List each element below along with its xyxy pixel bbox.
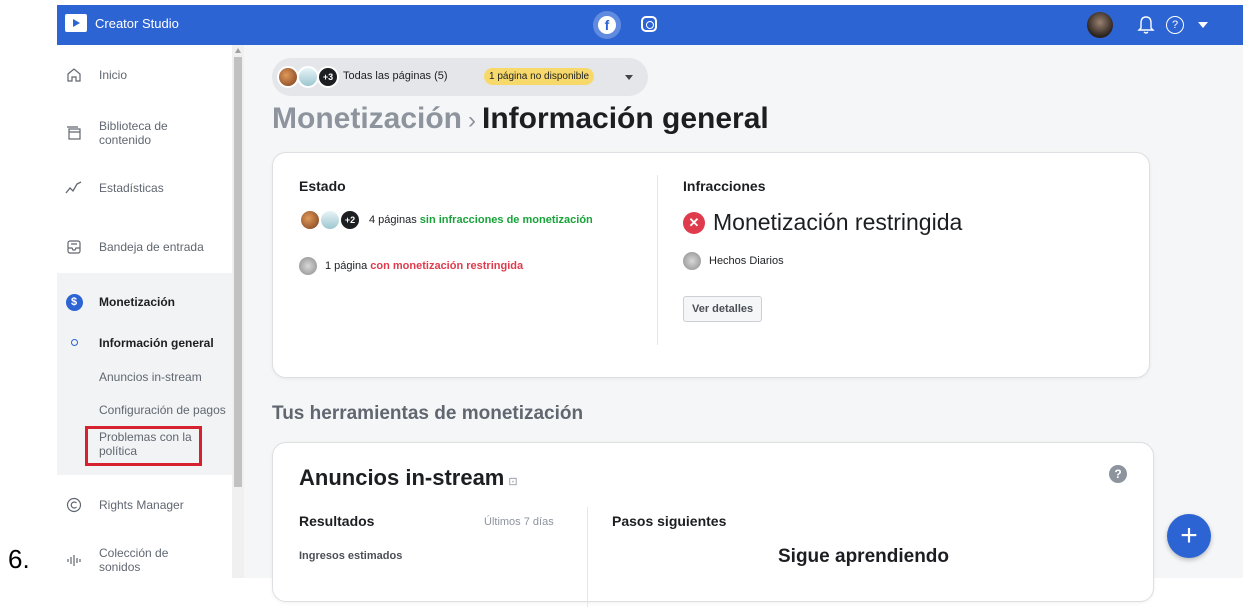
sidebar-item-label: Biblioteca de contenido (99, 119, 168, 147)
bell-icon[interactable] (1137, 15, 1155, 35)
next-steps-title: Pasos siguientes (612, 513, 727, 529)
sidebar-item-label: Colección de sonidos (99, 546, 169, 574)
instream-title[interactable]: Anuncios in-stream ⊡ (299, 465, 518, 491)
page-avatar (277, 66, 299, 88)
sub-item-configuracion-pagos[interactable]: Configuración de pagos (99, 403, 226, 417)
sub-item-informacion-general[interactable]: Información general (99, 336, 214, 350)
pages-ok-count: 4 páginas (369, 214, 417, 226)
breadcrumb-parent[interactable]: Monetización (272, 102, 462, 135)
revenue-label: Ingresos estimados (299, 550, 403, 562)
pages-restricted-row: 1 página con monetización restringida (299, 257, 523, 275)
sidebar-item-rights-manager[interactable]: Rights Manager (57, 495, 232, 515)
page-avatar (299, 209, 321, 231)
pages-restricted-count: 1 página (325, 260, 368, 272)
breadcrumb-current: Información general (482, 102, 769, 135)
sidebar-item-bandeja[interactable]: Bandeja de entrada (57, 237, 232, 257)
sidebar-item-estadisticas[interactable]: Estadísticas (57, 178, 232, 198)
tools-section-title: Tus herramientas de monetización (272, 403, 584, 424)
pages-restricted-text: con monetización restringida (370, 260, 524, 272)
restricted-page-row: Hechos Diarios (683, 252, 784, 270)
page-selector-label: Todas las páginas (5) (343, 70, 448, 82)
sub-item-anuncios-in-stream[interactable]: Anuncios in-stream (99, 370, 202, 384)
more-pages-badge: +2 (339, 209, 361, 231)
restriction-status: ✕ Monetización restringida (683, 209, 962, 236)
app-title: Creator Studio (95, 15, 179, 31)
help-icon[interactable]: ? (1166, 16, 1184, 34)
breadcrumb-separator: › (468, 107, 477, 134)
facebook-icon: f (598, 16, 616, 34)
content-library-icon (65, 124, 83, 142)
sound-icon (65, 551, 83, 569)
page-title: Monetización › Información general (272, 102, 769, 136)
chevron-down-icon (625, 75, 633, 80)
facebook-tab[interactable]: f (593, 11, 621, 39)
sidebar-item-label: Inicio (99, 68, 128, 82)
infracciones-title: Infracciones (683, 178, 766, 194)
instream-card: Anuncios in-stream ⊡ ? Resultados Últimos… (272, 442, 1154, 607)
sidebar-item-label: Bandeja de entrada (99, 240, 204, 254)
scroll-thumb[interactable] (234, 57, 242, 487)
inbox-icon (65, 238, 83, 256)
page-avatar (299, 257, 317, 275)
more-pages-badge: +3 (317, 66, 339, 88)
creator-studio-icon (65, 14, 87, 32)
sidebar-item-label: Estadísticas (99, 181, 164, 195)
home-icon (65, 66, 83, 84)
keep-learning-title: Sigue aprendiendo (778, 546, 950, 567)
page-avatar (319, 209, 341, 231)
instagram-icon[interactable] (641, 16, 657, 32)
pages-ok-row: +2 4 páginas sin infracciones de monetiz… (299, 209, 593, 231)
instream-title-text: Anuncios in-stream (299, 465, 505, 490)
main-content: +3 Todas las páginas (5) 1 página no dis… (244, 45, 1243, 607)
divider (587, 507, 588, 607)
scroll-up-icon[interactable] (235, 48, 241, 53)
money-icon: $ (65, 293, 83, 311)
highlight-annotation (85, 426, 202, 466)
create-button[interactable]: + (1167, 514, 1211, 558)
active-dot-icon (71, 339, 78, 346)
sidebar: Inicio Biblioteca de contenido Estadísti… (57, 45, 232, 578)
sidebar-item-inicio[interactable]: Inicio (57, 65, 232, 85)
sidebar-item-sonidos[interactable]: Colección de sonidos (57, 545, 232, 575)
insights-icon (65, 179, 83, 197)
results-title: Resultados (299, 513, 375, 529)
sidebar-item-biblioteca[interactable]: Biblioteca de contenido (57, 118, 232, 148)
brand[interactable]: Creator Studio (65, 14, 179, 32)
page-avatar (683, 252, 701, 270)
profile-avatar[interactable] (1087, 12, 1113, 38)
step-number: 6. (8, 544, 30, 574)
unavailable-badge: 1 página no disponible (484, 68, 595, 85)
page-avatar (297, 66, 319, 88)
sidebar-item-label: Rights Manager (99, 498, 184, 512)
sidebar-scrollbar[interactable] (232, 45, 244, 578)
chevron-down-icon[interactable] (1198, 22, 1208, 28)
help-icon[interactable]: ? (1109, 465, 1127, 483)
top-bar: Creator Studio f ? (57, 5, 1243, 45)
sidebar-item-monetizacion[interactable]: $ Monetización (57, 292, 232, 312)
page-name: Hechos Diarios (709, 255, 784, 267)
page-avatars: +2 (299, 209, 369, 231)
error-icon: ✕ (683, 211, 705, 234)
divider (657, 175, 658, 345)
pages-ok-text: sin infracciones de monetización (419, 214, 593, 226)
period-label: Últimos 7 días (484, 516, 554, 528)
copyright-icon (65, 496, 83, 514)
page-selector[interactable]: +3 Todas las páginas (5) 1 página no dis… (272, 58, 648, 96)
status-card: Estado +2 4 páginas sin infracciones de … (272, 152, 1150, 378)
ver-detalles-button[interactable]: Ver detalles (683, 296, 763, 322)
restriction-status-text: Monetización restringida (713, 209, 963, 235)
sidebar-item-label: Monetización (99, 295, 176, 309)
external-link-icon: ⊡ (508, 476, 518, 488)
estado-title: Estado (299, 178, 346, 194)
